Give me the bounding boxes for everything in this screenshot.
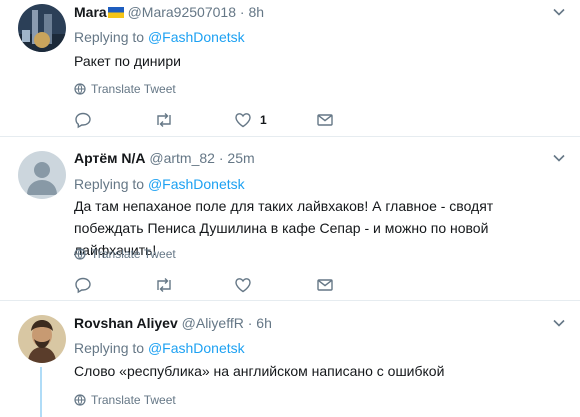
user-name[interactable]: Rovshan Aliyev bbox=[74, 315, 178, 331]
separator-dot: · bbox=[239, 4, 245, 20]
heart-icon bbox=[235, 113, 251, 128]
like-button[interactable] bbox=[234, 276, 252, 294]
chevron-down-icon[interactable] bbox=[552, 151, 566, 165]
thread-line bbox=[40, 367, 42, 417]
like-count: 1 bbox=[260, 113, 267, 127]
avatar-image bbox=[18, 4, 66, 52]
user-handle[interactable]: @AliyeffR bbox=[182, 315, 244, 331]
avatar[interactable] bbox=[18, 315, 66, 363]
replying-prefix: Replying to bbox=[74, 29, 145, 45]
tweet-text: Ракет по динири bbox=[74, 53, 181, 69]
translate-link[interactable]: Translate Tweet bbox=[74, 246, 176, 262]
tweet-3[interactable]: Rovshan Aliyev @AliyeffR · 6h Replying t… bbox=[0, 301, 580, 417]
envelope-icon bbox=[317, 114, 333, 126]
reply-icon bbox=[75, 277, 91, 294]
chevron-down-icon[interactable] bbox=[552, 316, 566, 330]
replying-prefix: Replying to bbox=[74, 176, 145, 192]
replying-mention[interactable]: @FashDonetsk bbox=[148, 340, 245, 356]
message-button[interactable] bbox=[316, 276, 334, 294]
avatar-image bbox=[18, 315, 66, 363]
replying-prefix: Replying to bbox=[74, 340, 145, 356]
translate-label: Translate Tweet bbox=[91, 82, 176, 96]
retweet-button[interactable] bbox=[154, 111, 174, 129]
globe-icon bbox=[74, 83, 86, 95]
reply-button[interactable] bbox=[74, 276, 92, 294]
separator-dot: · bbox=[218, 150, 224, 166]
tweet-text: Слово «республика» на английском написан… bbox=[74, 363, 445, 379]
translate-label: Translate Tweet bbox=[91, 247, 176, 261]
timestamp[interactable]: 6h bbox=[256, 315, 272, 331]
avatar[interactable] bbox=[18, 4, 66, 52]
translate-link[interactable]: Translate Tweet bbox=[74, 81, 176, 97]
flag-ukraine-icon bbox=[107, 4, 124, 18]
message-button[interactable] bbox=[316, 111, 334, 129]
reply-button[interactable] bbox=[74, 111, 92, 129]
translate-label: Translate Tweet bbox=[91, 393, 176, 407]
default-avatar-icon bbox=[18, 151, 66, 199]
translate-link[interactable]: Translate Tweet bbox=[74, 392, 176, 408]
like-button[interactable]: 1 bbox=[234, 111, 267, 129]
timestamp[interactable]: 8h bbox=[248, 4, 264, 20]
retweet-button[interactable] bbox=[154, 276, 174, 294]
reply-icon bbox=[75, 112, 91, 129]
replying-mention[interactable]: @FashDonetsk bbox=[148, 176, 245, 192]
globe-icon bbox=[74, 394, 86, 406]
timestamp[interactable]: 25m bbox=[227, 150, 254, 166]
replying-mention[interactable]: @FashDonetsk bbox=[148, 29, 245, 45]
user-name[interactable]: Артём N/A bbox=[74, 150, 145, 166]
user-handle[interactable]: @artm_82 bbox=[149, 150, 215, 166]
tweet-1[interactable]: Mara @Mara92507018 · 8h Replying to @Fas… bbox=[0, 0, 580, 137]
separator-dot: · bbox=[247, 315, 253, 331]
retweet-icon bbox=[157, 278, 171, 292]
tweet-2[interactable]: Артём N/A @artm_82 · 25m Replying to @Fa… bbox=[0, 137, 580, 301]
globe-icon bbox=[74, 248, 86, 260]
retweet-icon bbox=[157, 113, 171, 127]
user-handle[interactable]: @Mara92507018 bbox=[128, 4, 236, 20]
chevron-down-icon[interactable] bbox=[552, 5, 566, 19]
avatar[interactable] bbox=[18, 151, 66, 199]
envelope-icon bbox=[317, 279, 333, 291]
user-name[interactable]: Mara bbox=[74, 4, 107, 20]
heart-icon bbox=[235, 278, 251, 293]
